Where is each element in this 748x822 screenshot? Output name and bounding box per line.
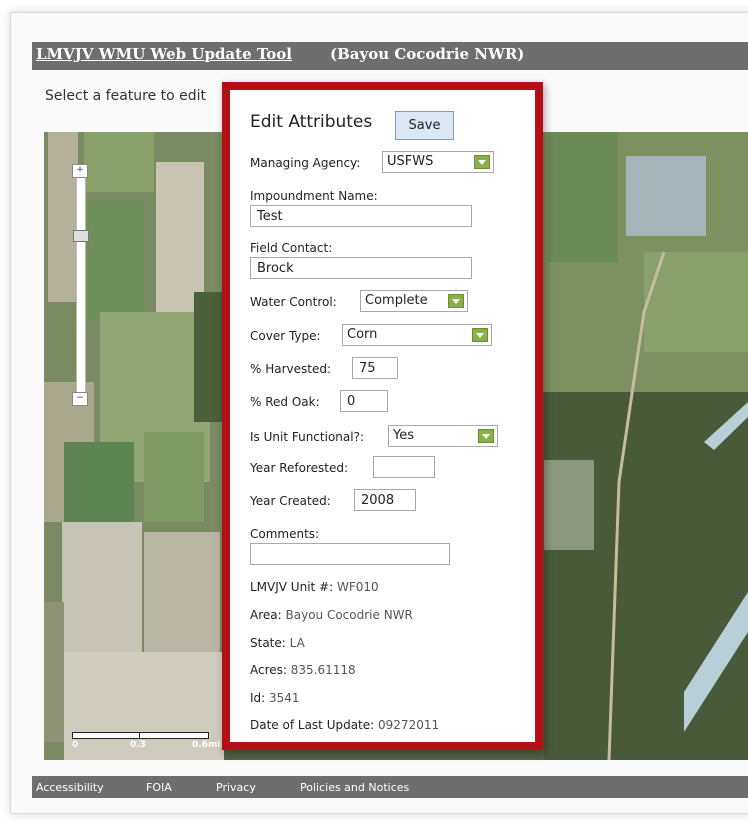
impoundment-name-label: Impoundment Name: [250,189,378,203]
managing-agency-value: USFWS [387,154,434,169]
state-field: State: LA [250,636,305,650]
area-value: Bayou Cocodrie NWR [285,608,413,622]
zoom-slider-handle[interactable] [73,230,89,242]
chevron-down-icon [474,155,490,169]
id-value: 3541 [269,691,300,705]
app-title-link[interactable]: LMVJV WMU Web Update Tool [36,45,292,63]
water-control-label: Water Control: [250,295,337,309]
unit-number-label: LMVJV Unit #: [250,580,334,594]
scale-bar: 0 0.3 0.6mi [72,724,222,754]
pct-harvested-input[interactable] [352,357,398,379]
footer-bar: Accessibility FOIA Privacy Policies and … [32,776,748,798]
field-contact-label: Field Contact: [250,241,333,255]
title-bar: LMVJV WMU Web Update Tool (Bayou Cocodri… [32,42,748,70]
managing-agency-label: Managing Agency: [250,156,361,170]
footer-link-policies[interactable]: Policies and Notices [300,781,409,794]
footer-link-accessibility[interactable]: Accessibility [36,781,104,794]
state-label: State: [250,636,286,650]
zoom-slider-track[interactable] [76,168,86,400]
unit-functional-value: Yes [393,428,414,443]
cover-type-select[interactable]: Corn [342,324,492,346]
acres-label: Acres: [250,663,287,677]
managing-agency-select[interactable]: USFWS [382,151,494,173]
footer-link-privacy[interactable]: Privacy [216,781,256,794]
unit-number-value: WF010 [336,580,379,594]
pct-red-oak-label: % Red Oak: [250,395,320,409]
water-control-select[interactable]: Complete [360,290,468,312]
year-reforested-label: Year Reforested: [250,461,349,475]
pct-harvested-label: % Harvested: [250,362,332,376]
unit-functional-select[interactable]: Yes [388,425,498,447]
year-created-label: Year Created: [250,494,331,508]
scale-label-2: 0.6mi [192,740,221,750]
zoom-in-button[interactable]: + [72,164,88,178]
scale-label-1: 0.3 [130,740,146,750]
last-update-field: Date of Last Update: 09272011 [250,718,439,732]
acres-field: Acres: 835.61118 [250,663,356,677]
cover-type-label: Cover Type: [250,329,321,343]
chevron-down-icon [478,429,494,443]
zoom-out-button[interactable]: − [72,392,88,406]
pct-red-oak-input[interactable] [340,390,388,412]
popup-heading: Edit Attributes [250,112,373,132]
unit-number-field: LMVJV Unit #: WF010 [250,580,379,594]
impoundment-name-input[interactable] [250,205,472,227]
footer-link-foia[interactable]: FOIA [146,781,172,794]
select-feature-prompt: Select a feature to edit [45,88,207,104]
id-field: Id: 3541 [250,691,300,705]
chevron-down-icon [448,294,464,308]
last-update-label: Date of Last Update: [250,718,375,732]
last-update-value: 09272011 [378,718,440,732]
comments-label: Comments: [250,527,320,541]
area-field: Area: Bayou Cocodrie NWR [250,608,413,622]
year-reforested-input[interactable] [373,456,435,478]
scale-label-0: 0 [72,740,79,750]
area-label: Area: [250,608,282,622]
acres-value: 835.61118 [290,663,356,677]
year-created-input[interactable] [354,489,416,511]
cover-type-value: Corn [347,327,378,342]
state-value: LA [289,636,305,650]
id-label: Id: [250,691,266,705]
field-contact-input[interactable] [250,257,472,279]
comments-input[interactable] [250,543,450,565]
unit-functional-label: Is Unit Functional?: [250,430,364,444]
edit-attributes-popup: Edit Attributes Save Managing Agency: US… [230,90,535,742]
water-control-value: Complete [365,293,428,308]
refuge-name: (Bayou Cocodrie NWR) [330,45,525,63]
save-button[interactable]: Save [395,111,454,140]
chevron-down-icon [472,328,488,342]
